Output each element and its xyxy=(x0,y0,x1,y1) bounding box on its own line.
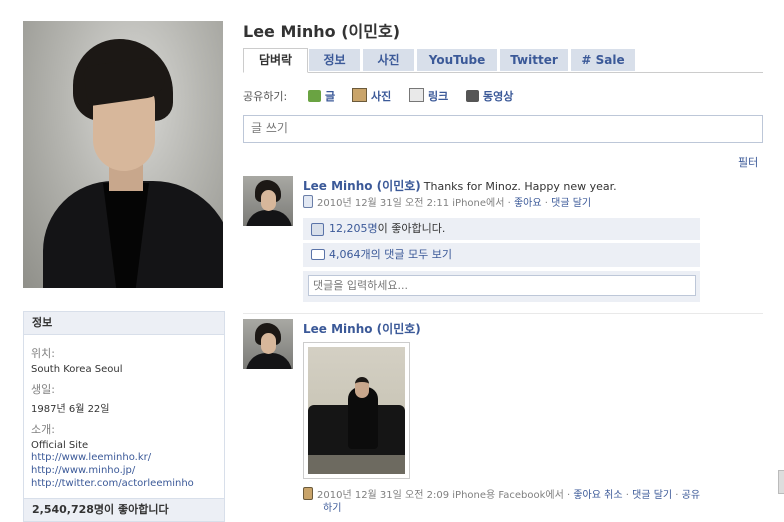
photo-icon xyxy=(352,88,367,102)
like-button[interactable]: 좋아요 xyxy=(514,198,542,209)
view-all-comments-link[interactable]: 4,064개의 댓글 모두 보기 xyxy=(329,243,452,267)
tab-sale[interactable]: # Sale xyxy=(571,49,635,71)
tab-wall[interactable]: 담벼락 xyxy=(243,48,308,73)
website-link-1[interactable]: http://www.leeminho.kr/ xyxy=(31,451,216,464)
birthday-value: 1987년 6월 22일 xyxy=(31,404,110,415)
location-value: South Korea Seoul xyxy=(31,364,123,375)
post-1-meta: 2010년 12월 31일 오전 2:11 iPhone에서 · 좋아요 · 댓… xyxy=(303,194,591,209)
share-bar: 공유하기: 글 사진 링크 동영상 xyxy=(243,88,513,106)
share-button-continued[interactable]: 하기 xyxy=(323,499,341,514)
comment-input[interactable]: 댓글을 입력하세요... xyxy=(308,275,696,296)
speech-bubble-icon xyxy=(308,90,321,102)
share-status[interactable]: 글 xyxy=(308,88,335,106)
status-composer[interactable]: 글 쓰기 xyxy=(243,115,763,143)
photo-icon xyxy=(303,487,313,500)
filter-link[interactable]: 필터 xyxy=(738,154,758,170)
website-link-3[interactable]: http://twitter.com/actorleeminho xyxy=(31,477,216,490)
post-via: iPhone용 Facebook에서 xyxy=(452,490,564,501)
separator-dot: · xyxy=(625,490,629,501)
website-link-2[interactable]: http://www.minho.jp/ xyxy=(31,464,216,477)
share-photo[interactable]: 사진 xyxy=(352,88,391,106)
share-button[interactable]: 공유 xyxy=(682,490,700,501)
share-video[interactable]: 동영상 xyxy=(466,88,513,106)
tab-bar: 담벼락 정보 사진 YouTube Twitter # Sale xyxy=(243,48,763,73)
location-label: 위치: xyxy=(31,347,55,360)
comments-row: 4,064개의 댓글 모두 보기 xyxy=(303,243,700,267)
post-photo[interactable] xyxy=(303,342,410,479)
post-text: Thanks for Minoz. Happy new year. xyxy=(423,180,617,193)
tab-twitter[interactable]: Twitter xyxy=(500,49,568,71)
post-author-link[interactable]: Lee Minho (이민호) xyxy=(303,179,421,193)
birthday-label: 생일: xyxy=(31,383,55,396)
separator-dot: · xyxy=(566,490,571,501)
comment-placeholder: 댓글을 입력하세요... xyxy=(313,279,408,292)
separator-dot: · xyxy=(507,198,511,209)
info-box: 정보 위치: South Korea Seoul 생일: 1987년 6월 22… xyxy=(23,311,225,499)
profile-picture[interactable] xyxy=(23,21,223,288)
comment-button[interactable]: 댓글 달기 xyxy=(632,490,672,501)
likes-box: 2,540,728명이 좋아합니다 xyxy=(23,498,225,522)
mobile-phone-icon xyxy=(303,195,313,208)
tab-info[interactable]: 정보 xyxy=(309,49,360,71)
page-title: Lee Minho (이민호) xyxy=(243,22,401,41)
separator-dot: · xyxy=(675,490,679,501)
comment-button[interactable]: 댓글 달기 xyxy=(551,198,591,209)
scrollbar-thumb[interactable] xyxy=(778,470,784,494)
avatar[interactable] xyxy=(243,319,293,369)
post-timestamp[interactable]: 2010년 12월 31일 오전 2:11 xyxy=(317,198,449,209)
about-title: Official Site xyxy=(31,440,89,451)
composer-placeholder: 글 쓰기 xyxy=(251,121,288,135)
like-suffix: 이 좋아합니다. xyxy=(377,222,446,235)
tab-photos[interactable]: 사진 xyxy=(363,49,414,71)
tab-youtube[interactable]: YouTube xyxy=(417,49,497,71)
share-link[interactable]: 링크 xyxy=(409,88,448,106)
post-via: iPhone에서 xyxy=(452,198,505,209)
like-count-link[interactable]: 12,205명 xyxy=(329,222,378,235)
post-1-header: Lee Minho (이민호) Thanks for Minoz. Happy n… xyxy=(303,177,617,194)
share-label: 공유하기: xyxy=(243,90,288,103)
likes-row: 12,205명이 좋아합니다. xyxy=(303,218,700,240)
post-divider xyxy=(243,313,763,314)
unlike-button[interactable]: 좋아요 취소 xyxy=(573,490,622,501)
post-author-link[interactable]: Lee Minho (이민호) xyxy=(303,320,421,337)
about-label: 소개: xyxy=(31,423,55,436)
comment-icon xyxy=(311,249,325,260)
info-box-header: 정보 xyxy=(24,312,224,335)
separator-dot: · xyxy=(544,198,548,209)
likes-count: 2,540,728명이 좋아합니다 xyxy=(32,503,169,516)
video-camera-icon xyxy=(466,90,479,102)
comment-row: 댓글을 입력하세요... xyxy=(303,271,700,302)
link-icon xyxy=(409,88,424,102)
thumbs-up-icon xyxy=(311,223,324,236)
avatar[interactable] xyxy=(243,176,293,226)
post-2-meta: 2010년 12월 31일 오전 2:09 iPhone용 Facebook에서… xyxy=(303,486,700,501)
